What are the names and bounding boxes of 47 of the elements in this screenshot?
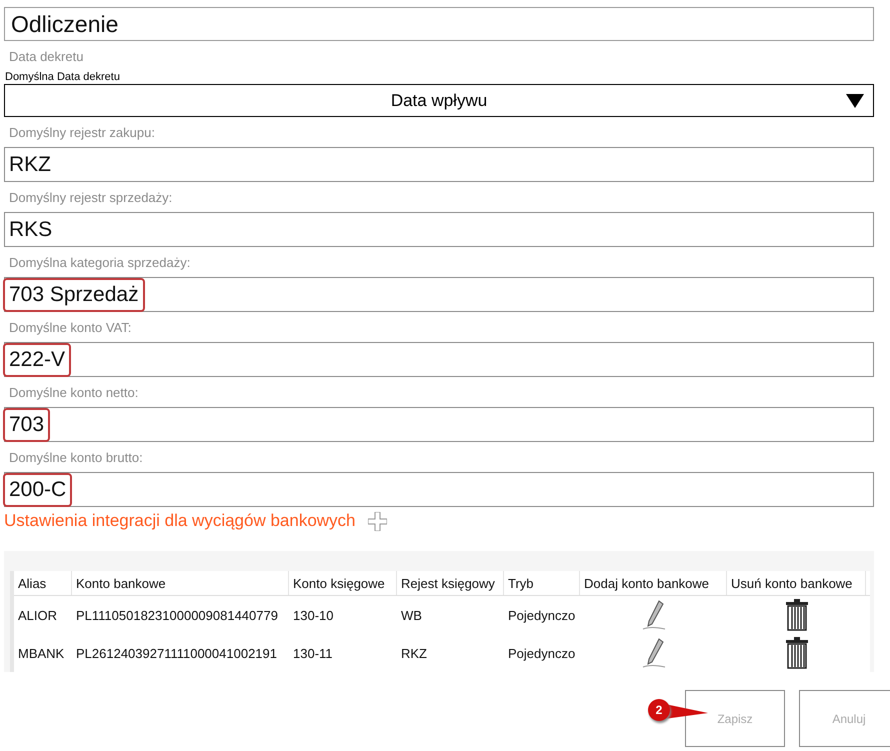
dropdown-arrow-icon: [846, 94, 864, 108]
field-label: Domyślne konto brutto:: [9, 450, 144, 466]
title-field[interactable]: Odliczenie: [4, 7, 874, 41]
pen-icon[interactable]: [640, 637, 666, 669]
trash-icon[interactable]: [784, 637, 808, 669]
field-label: Domyślny rejestr zakupu:: [9, 125, 156, 141]
column-header: Konto bankowe: [72, 571, 289, 595]
table-cell-text: Pojedynczo: [507, 608, 576, 622]
input-field[interactable]: 222-V: [4, 342, 874, 377]
column-header: Dodaj konto bankowe: [580, 571, 727, 595]
table-cell-text: Pojedynczo: [507, 646, 576, 660]
column-header: Usuń konto bankowe: [727, 571, 866, 595]
date-dropdown[interactable]: Data wpływu: [4, 84, 874, 117]
field-label: Domyślne konto netto:: [9, 385, 140, 401]
column-header: Alias: [14, 571, 72, 595]
table-cell-text: PL11105018231000009081440779: [75, 608, 279, 622]
table-cell-text: 130-11: [292, 646, 334, 660]
trash-icon[interactable]: [784, 599, 808, 631]
column-header: Konto księgowe: [289, 571, 397, 595]
field-value: RKZ: [8, 152, 52, 178]
field-value: 703: [3, 408, 50, 442]
field-label: Domyślny rejestr sprzedaży:: [9, 190, 174, 206]
input-field[interactable]: RKZ: [4, 147, 874, 182]
input-field[interactable]: RKS: [4, 212, 874, 247]
field-label: Domyślna Data dekretu: [5, 71, 121, 83]
table-cell-text: WB: [400, 608, 423, 622]
table-cell-text: MBANK: [17, 646, 66, 660]
field-value: 222-V: [3, 342, 72, 376]
input-field[interactable]: 703: [4, 407, 874, 442]
field-value: RKS: [8, 216, 54, 242]
add-icon[interactable]: [368, 512, 387, 530]
field-value: 200-C: [3, 472, 72, 506]
pen-icon[interactable]: [640, 599, 666, 631]
table-cell-text: RKZ: [400, 646, 428, 660]
input-field[interactable]: 703 Sprzedaż: [4, 277, 874, 312]
step-badge: 2: [648, 699, 670, 721]
input-field[interactable]: 200-C: [4, 472, 874, 507]
table-cell-text: ALIOR: [17, 608, 58, 622]
field-value: 703 Sprzedaż: [3, 278, 145, 312]
field-label: Domyślne konto VAT:: [9, 320, 132, 336]
table-cell-text: 130-10: [292, 608, 334, 622]
section-label: Data dekretu: [9, 49, 84, 65]
field-label: Domyślna kategoria sprzedaży:: [9, 255, 192, 271]
column-header: Rejest księgowy: [397, 571, 504, 595]
column-header: Tryb: [504, 571, 580, 595]
table-cell-text: PL26124039271111000041002191: [75, 646, 278, 660]
section-heading: Ustawienia integracji dla wyciągów bankowych: [4, 511, 356, 531]
